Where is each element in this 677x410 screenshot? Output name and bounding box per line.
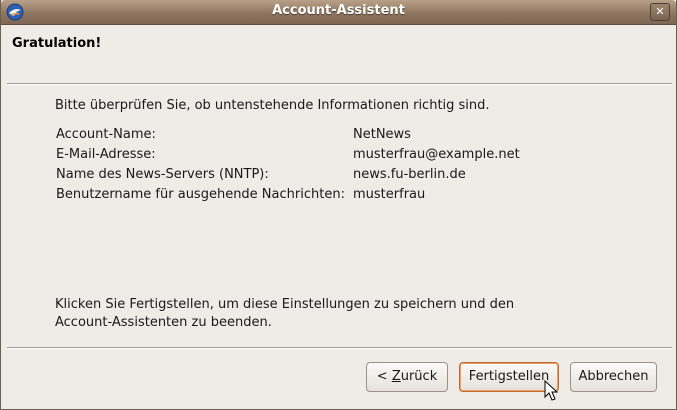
summary-label: E-Mail-Adresse: [56, 147, 156, 162]
back-mnemonic: Z [391, 369, 401, 384]
page-title: Gratulation! [12, 36, 102, 51]
mouse-pointer-icon [544, 380, 558, 401]
window-title: Account-Assistent [272, 3, 405, 18]
header-divider [7, 83, 672, 85]
summary-value: musterfrau@example.net [353, 147, 520, 162]
summary-value: musterfrau [353, 187, 426, 202]
summary-label: Benutzername für ausgehende Nachrichten: [56, 187, 345, 202]
summary-value: NetNews [353, 127, 411, 142]
back-label: urück [400, 369, 438, 384]
account-wizard-window: Account-Assistent ✕ Gratulation! Bitte ü… [0, 0, 677, 410]
intro-text: Bitte überprüfen Sie, ob untenstehende I… [55, 98, 490, 113]
title-bar[interactable]: Account-Assistent ✕ [1, 0, 676, 25]
button-divider [7, 347, 672, 349]
back-button[interactable]: < Zurück [366, 362, 448, 392]
summary-label: Account-Name: [56, 127, 156, 142]
cancel-button[interactable]: Abbrechen [570, 362, 657, 392]
summary-label: Name des News-Servers (NNTP): [56, 167, 269, 182]
close-icon[interactable]: ✕ [650, 3, 670, 21]
back-prefix: < [376, 369, 392, 384]
finish-instructions: Klicken Sie Fertigstellen, um diese Eins… [55, 297, 515, 330]
summary-value: news.fu-berlin.de [353, 167, 466, 182]
